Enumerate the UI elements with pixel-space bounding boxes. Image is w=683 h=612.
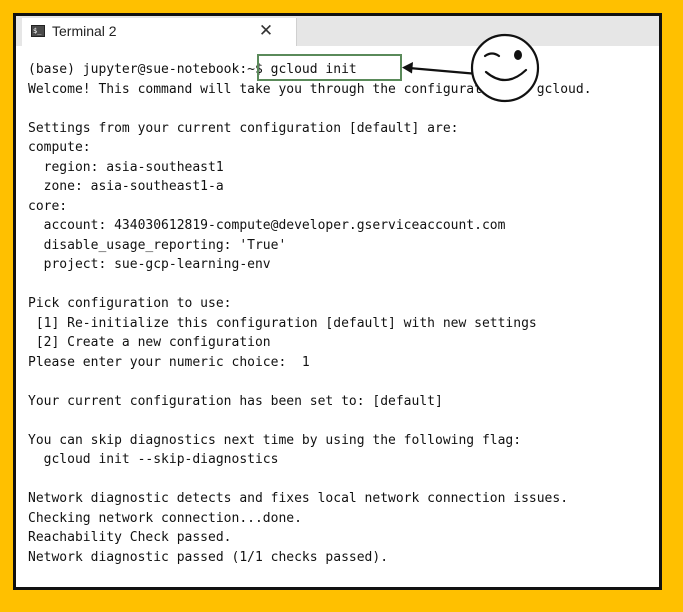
terminal-line: gcloud init --skip-diagnostics xyxy=(28,452,279,467)
terminal-line: Network diagnostic detects and fixes loc… xyxy=(28,491,569,506)
tab-title: Terminal 2 xyxy=(52,23,117,39)
terminal-line: account: 434030612819-compute@developer.… xyxy=(28,218,506,233)
terminal-line: Welcome! This command will take you thro… xyxy=(28,81,592,97)
terminal-line: [2] Create a new configuration xyxy=(28,335,271,350)
terminal-line: project: sue-gcp-learning-env xyxy=(28,257,271,272)
terminal-line: [1] Re-initialize this configuration [de… xyxy=(28,315,537,331)
terminal-icon: $_ xyxy=(31,25,45,37)
terminal-line: Reachability Check passed. xyxy=(28,530,232,545)
terminal-line: Checking network connection...done. xyxy=(28,510,302,526)
terminal-line: Please enter your numeric choice: 1 xyxy=(28,354,310,370)
terminal-line: core: xyxy=(28,198,68,214)
gcloud-init-highlight-box xyxy=(257,54,402,81)
tab-terminal-2[interactable]: $_ Terminal 2 ✕ xyxy=(22,18,297,46)
terminal-line: zone: asia-southeast1-a xyxy=(28,179,224,194)
close-icon[interactable]: ✕ xyxy=(256,19,276,43)
terminal-line: disable_usage_reporting: 'True' xyxy=(28,237,287,253)
terminal-window: $_ Terminal 2 ✕ (base) jupyter@sue-noteb… xyxy=(13,13,662,590)
terminal-line: You can skip diagnostics next time by us… xyxy=(28,432,522,448)
terminal-line: compute: xyxy=(28,140,91,155)
terminal-line: Settings from your current configuration… xyxy=(28,120,459,136)
title-bar: $_ Terminal 2 ✕ xyxy=(16,16,659,46)
terminal-line: Your current configuration has been set … xyxy=(28,393,443,409)
terminal-line: Network diagnostic passed (1/1 checks pa… xyxy=(28,549,389,565)
terminal-line: Pick configuration to use: xyxy=(28,296,232,311)
terminal-output[interactable]: (base) jupyter@sue-notebook:~$ gcloud in… xyxy=(28,60,659,567)
terminal-line: region: asia-southeast1 xyxy=(28,159,224,175)
